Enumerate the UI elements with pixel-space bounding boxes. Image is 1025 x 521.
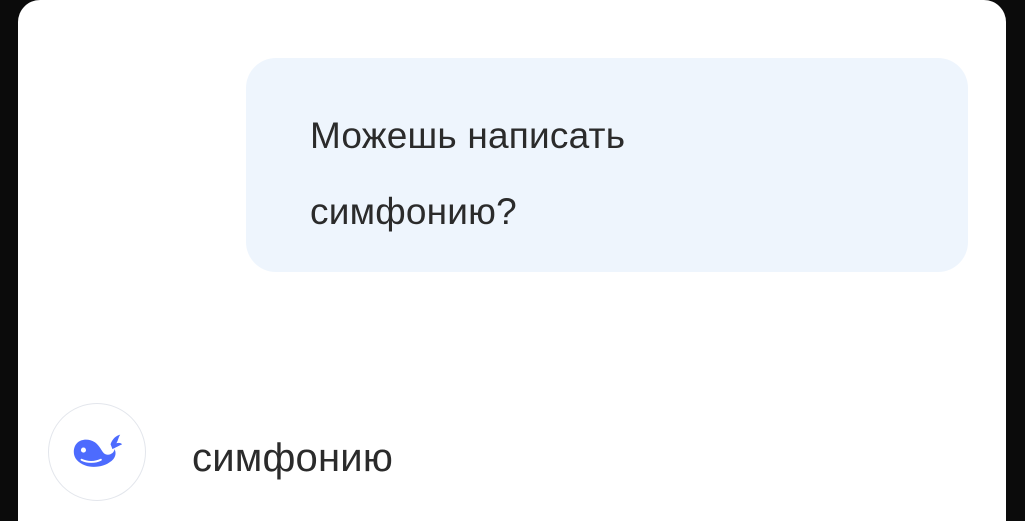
assistant-message: симфонию	[48, 402, 393, 502]
assistant-avatar	[48, 403, 146, 501]
whale-logo-icon	[73, 434, 123, 467]
user-message-line-2: симфонию?	[310, 191, 517, 232]
user-message-bubble: Можешь написать симфонию?	[246, 58, 968, 272]
chat-window: Можешь написать симфонию? симфонию	[18, 0, 1006, 521]
user-message-line-1: Можешь написать	[310, 115, 626, 156]
assistant-message-text: симфонию	[192, 435, 394, 480]
